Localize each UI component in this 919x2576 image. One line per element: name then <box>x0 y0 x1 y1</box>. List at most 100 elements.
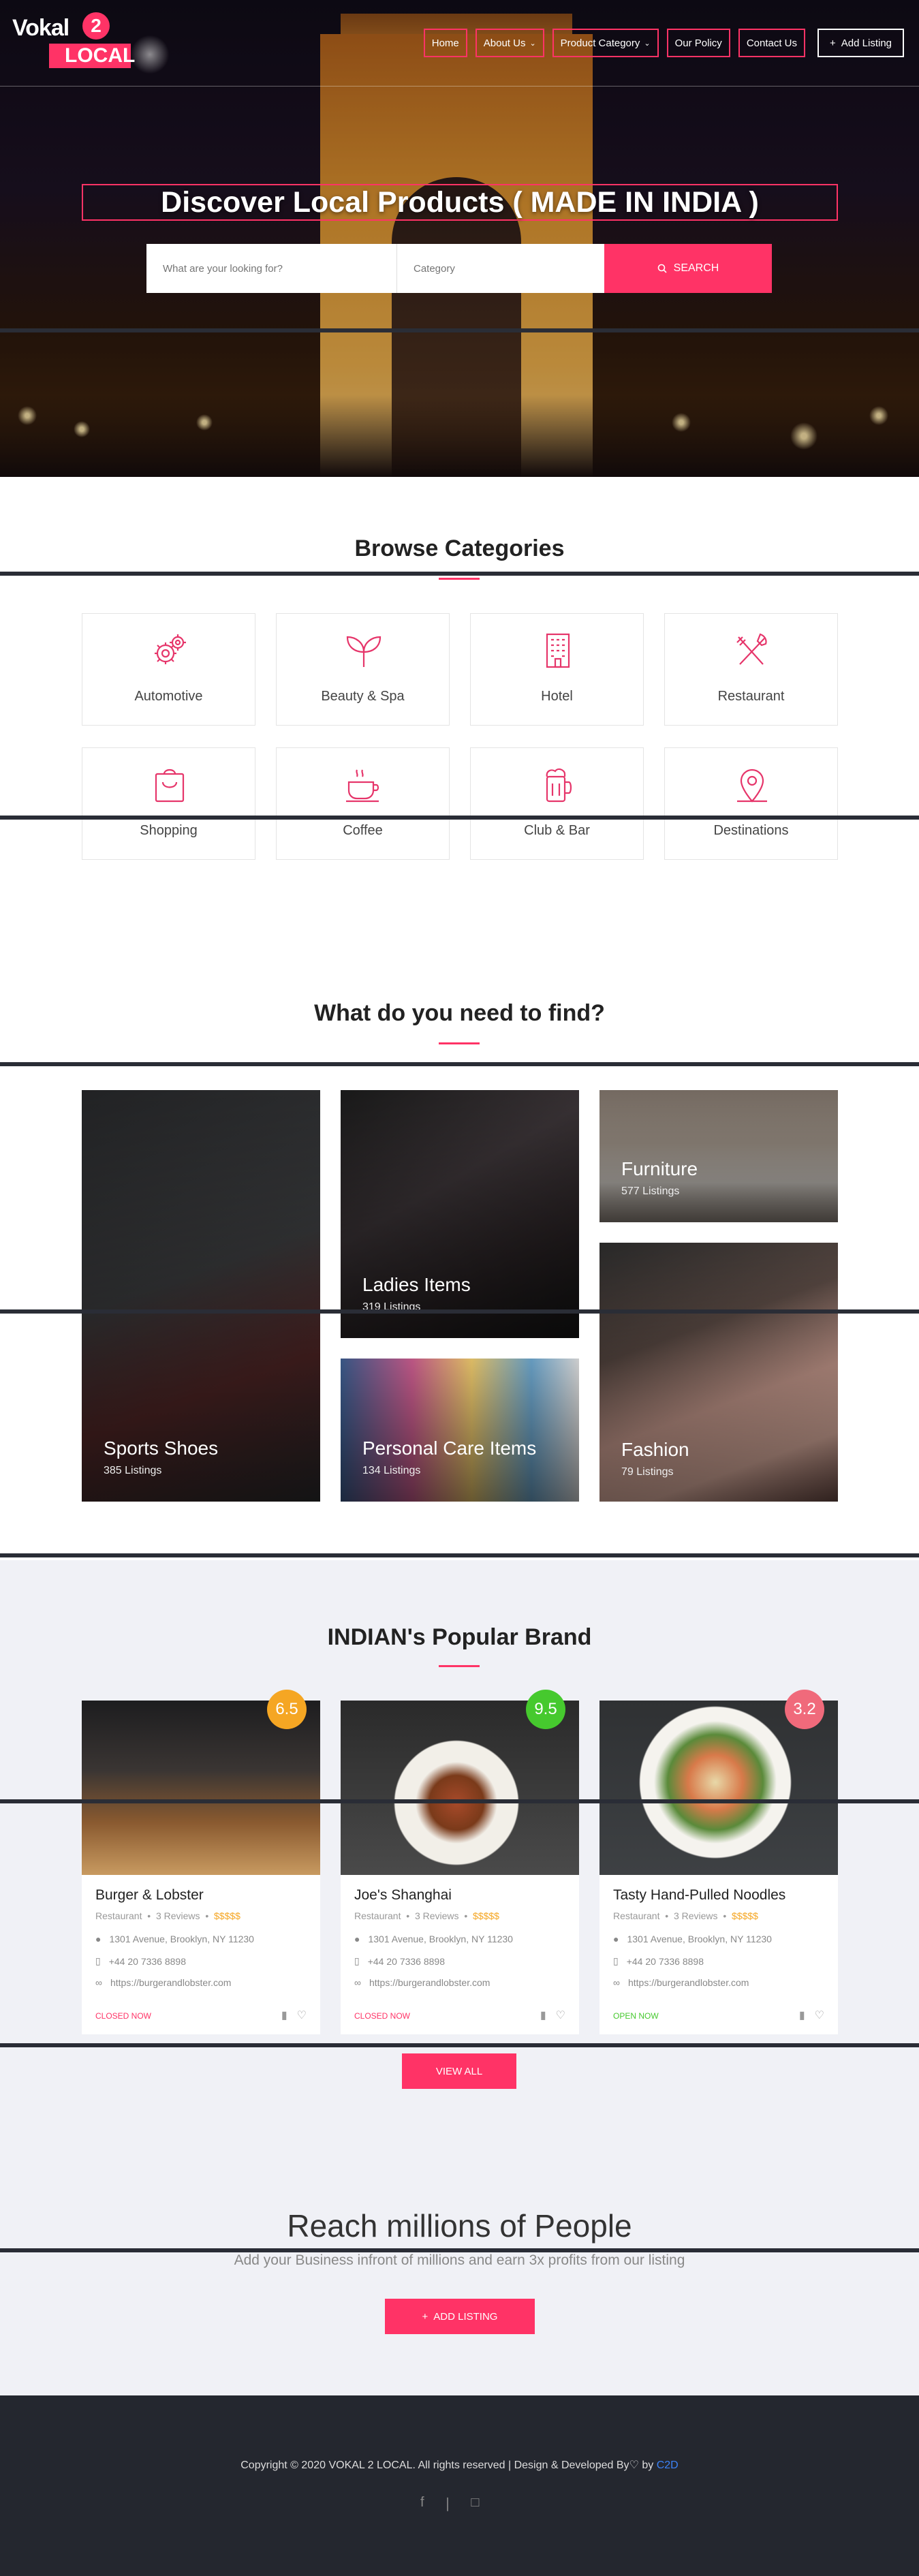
search-button[interactable]: SEARCH <box>604 244 772 293</box>
heart-icon[interactable]: ♡ <box>556 2008 565 2022</box>
open-status: CLOSED NOW <box>354 2011 411 2021</box>
heart-icon[interactable]: ♡ <box>815 2008 824 2022</box>
divider-line <box>0 328 919 332</box>
facebook-icon[interactable]: f <box>420 2495 424 2512</box>
divider-line <box>0 572 919 576</box>
bookmark-icon[interactable]: ▮ <box>281 2008 287 2022</box>
location-icon: ● <box>613 1934 619 1944</box>
view-all-button[interactable]: VIEW ALL <box>402 2053 516 2089</box>
tile-title: Furniture <box>621 1158 698 1179</box>
search-icon <box>657 264 667 273</box>
category-label: Shopping <box>140 823 198 838</box>
listing-name[interactable]: Joe's Shanghai <box>354 1887 452 1904</box>
listing-meta: Restaurant • 3 Reviews • $$$$$ <box>354 1910 499 1921</box>
category-label: Coffee <box>343 823 383 838</box>
category-beauty-spa[interactable]: Beauty & Spa <box>276 613 450 726</box>
brands-title: INDIAN's Popular Brand <box>327 1624 592 1650</box>
instagram-icon[interactable]: □ <box>471 2495 479 2512</box>
category-label: Club & Bar <box>524 823 590 838</box>
developer-link[interactable]: C2D <box>657 2459 679 2471</box>
building-icon <box>546 633 570 668</box>
bookmark-icon[interactable]: ▮ <box>540 2008 546 2022</box>
plus-icon: + <box>830 37 836 49</box>
nav-home[interactable]: Home <box>423 29 467 57</box>
category-destinations[interactable]: Destinations <box>664 747 838 860</box>
listing-card[interactable]: 9.5 Joe's Shanghai Restaurant • 3 Review… <box>341 1690 579 2034</box>
category-automotive[interactable]: Automotive <box>82 613 255 726</box>
phone-icon: ▯ <box>613 1955 619 1966</box>
chevron-down-icon: ⌄ <box>529 39 536 48</box>
listing-website[interactable]: ∞ https://burgerandlobster.com <box>354 1977 490 1988</box>
add-listing-button[interactable]: + Add Listing <box>817 29 904 57</box>
nav-our-policy[interactable]: Our Policy <box>666 29 730 57</box>
footer: Copyright © 2020 VOKAL 2 LOCAL. All righ… <box>0 2395 919 2576</box>
shopping-bag-icon <box>155 769 185 803</box>
tile-personal-care[interactable]: Personal Care Items 134 Listings <box>341 1359 579 1502</box>
nav-about-us[interactable]: About Us ⌄ <box>475 29 544 57</box>
logo-badge: 2 <box>82 12 110 40</box>
bookmark-icon[interactable]: ▮ <box>799 2008 805 2022</box>
listing-website[interactable]: ∞ https://burgerandlobster.com <box>613 1977 749 1988</box>
hero-title: Discover Local Products ( MADE IN INDIA … <box>82 184 838 221</box>
map-pin-icon <box>737 769 767 803</box>
category-club-bar[interactable]: Club & Bar <box>470 747 644 860</box>
tile-title: Fashion <box>621 1439 689 1460</box>
listing-phone: ▯ +44 20 7336 8898 <box>95 1955 186 1967</box>
link-icon: ∞ <box>613 1977 620 1988</box>
find-title: What do you need to find? <box>314 1000 605 1026</box>
category-shopping[interactable]: Shopping <box>82 747 255 860</box>
beer-mug-icon <box>546 768 572 803</box>
nav-product-category[interactable]: Product Category ⌄ <box>552 29 659 57</box>
chevron-down-icon: ⌄ <box>644 39 651 48</box>
logo-text-top: Vokal <box>12 15 69 41</box>
tile-title: Sports Shoes <box>104 1438 219 1459</box>
card-actions: ▮ ♡ <box>540 2008 565 2022</box>
category-label: Restaurant <box>717 689 785 704</box>
copyright-text: Copyright © 2020 VOKAL 2 LOCAL. All righ… <box>240 2459 679 2471</box>
tile-title: Ladies Items <box>362 1274 471 1295</box>
nav-contact-us[interactable]: Contact Us <box>738 29 806 57</box>
divider-line <box>0 1309 919 1314</box>
listing-address: ● 1301 Avenue, Brooklyn, NY 11230 <box>95 1934 254 1944</box>
divider-line <box>0 1553 919 1557</box>
category-label: Hotel <box>541 689 573 704</box>
add-listing-cta[interactable]: + ADD LISTING <box>385 2299 535 2334</box>
listing-name[interactable]: Tasty Hand-Pulled Noodles <box>613 1887 785 1904</box>
location-icon: ● <box>95 1934 102 1944</box>
phone-icon: ▯ <box>354 1955 360 1966</box>
fork-knife-icon <box>736 633 767 665</box>
category-input[interactable] <box>397 244 604 293</box>
search-input[interactable] <box>146 244 397 293</box>
category-restaurant[interactable]: Restaurant <box>664 613 838 726</box>
card-actions: ▮ ♡ <box>799 2008 824 2022</box>
site-logo[interactable]: Vokal 2 LOCAL <box>12 12 135 68</box>
heart-icon[interactable]: ♡ <box>297 2008 307 2022</box>
twitter-icon[interactable]: ❘ <box>442 2495 454 2512</box>
category-hotel[interactable]: Hotel <box>470 613 644 726</box>
tile-sports-shoes[interactable]: Sports Shoes 385 Listings <box>82 1090 320 1502</box>
category-coffee[interactable]: Coffee <box>276 747 450 860</box>
link-icon: ∞ <box>95 1977 102 1988</box>
tile-furniture[interactable]: Furniture 577 Listings <box>599 1090 838 1222</box>
listing-phone: ▯ +44 20 7336 8898 <box>354 1955 445 1967</box>
tile-fashion[interactable]: Fashion 79 Listings <box>599 1243 838 1502</box>
title-accent <box>439 1042 480 1044</box>
social-links: f ❘ □ <box>420 2495 479 2512</box>
listing-name[interactable]: Burger & Lobster <box>95 1887 204 1904</box>
category-label: Automotive <box>134 689 203 704</box>
open-status: CLOSED NOW <box>95 2011 152 2021</box>
title-accent <box>439 578 480 580</box>
listing-card[interactable]: 6.5 Burger & Lobster Restaurant • 3 Revi… <box>82 1690 320 2034</box>
link-icon: ∞ <box>354 1977 361 1988</box>
tile-ladies-items[interactable]: Ladies Items 319 Listings <box>341 1090 579 1338</box>
reach-subtitle: Add your Business infront of millions an… <box>234 2252 685 2268</box>
heart-icon: ♡ <box>629 2459 639 2471</box>
categories-title: Browse Categories <box>354 536 565 561</box>
listing-meta: Restaurant • 3 Reviews • $$$$$ <box>95 1910 240 1921</box>
divider-line <box>0 2043 919 2047</box>
listing-website[interactable]: ∞ https://burgerandlobster.com <box>95 1977 231 1988</box>
divider-line <box>0 2248 919 2252</box>
listing-card[interactable]: 3.2 Tasty Hand-Pulled Noodles Restaurant… <box>599 1690 838 2034</box>
search-bar: SEARCH <box>146 244 772 293</box>
title-accent <box>439 1665 480 1667</box>
